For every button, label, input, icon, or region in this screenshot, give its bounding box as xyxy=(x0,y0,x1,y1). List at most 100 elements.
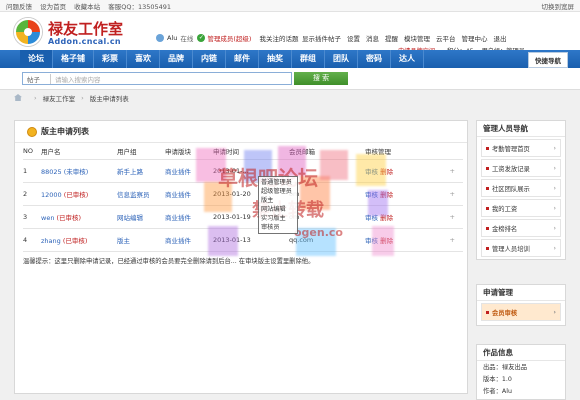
nav-item[interactable]: 密码 xyxy=(358,50,391,68)
logo-icon[interactable] xyxy=(14,18,42,46)
popup-menu-item[interactable]: 实习版主 xyxy=(261,214,295,223)
expand-icon[interactable]: + xyxy=(425,159,463,183)
side-panel-title: 申请管理 xyxy=(477,285,565,301)
role-popup-menu: 普通管理员 超级管理员 版主 网站编辑 实习版主 审核员 xyxy=(258,176,298,234)
logout-link[interactable]: 退出 xyxy=(494,33,507,43)
col-header: 用户组 xyxy=(117,143,165,160)
side-panel-title: 管理人员导航 xyxy=(477,121,565,137)
row-state: (已审核) xyxy=(56,213,82,222)
side-nav-item[interactable]: 工资发放记录 xyxy=(481,159,561,177)
username[interactable]: Alu xyxy=(167,34,177,42)
info-line: 出品：禄友出品 xyxy=(483,364,528,371)
search-input[interactable]: 请输入搜索内容 xyxy=(51,74,291,84)
application-manage-panel: 申请管理 会员审核 xyxy=(476,284,566,326)
breadcrumb-separator: › xyxy=(34,93,37,102)
bookmark-link[interactable]: 收藏本站 xyxy=(74,3,100,11)
panel-title: 版主申请列表 xyxy=(41,127,89,136)
nav-item[interactable]: 邮件 xyxy=(226,50,259,68)
admin-nav-panel: 管理人员导航 考勤管理首页 工资发放记录 社区团队展示 我的工资 金榜排名 管理… xyxy=(476,120,566,260)
breadcrumb-item[interactable]: 禄友工作室 xyxy=(43,93,76,103)
row-no: 3 xyxy=(23,205,41,229)
side-nav-item[interactable]: 管理人员培训 xyxy=(481,239,561,257)
breadcrumb: › 禄友工作室 › 版主申请列表 xyxy=(0,90,580,105)
row-no: 4 xyxy=(23,228,41,252)
service-qq: 客服QQ：13505491 xyxy=(108,2,172,11)
nav-item[interactable]: 品牌 xyxy=(160,50,193,68)
row-group: 版主 xyxy=(117,228,165,252)
row-state: (已审核) xyxy=(62,236,88,245)
nav-item[interactable]: 论坛 xyxy=(20,50,53,68)
side-nav-item[interactable]: 考勤管理首页 xyxy=(481,139,561,157)
nav-item[interactable]: 团队 xyxy=(325,50,358,68)
overlay-blotch xyxy=(368,190,388,216)
header-nav-item[interactable]: 设置 xyxy=(347,33,360,43)
row-group: 新手上路 xyxy=(117,159,165,183)
overlay-blotch xyxy=(208,226,238,256)
username-link[interactable]: 12000 xyxy=(41,191,62,199)
nav-item[interactable]: 内链 xyxy=(193,50,226,68)
header-nav-item[interactable]: 提醒 xyxy=(385,33,398,43)
application-table: NO 用户名 用户组 申请版块 申请时间 会员邮箱 审核管理 1 88025 (… xyxy=(23,143,463,252)
nav-item[interactable]: 喜欢 xyxy=(127,50,160,68)
header-nav: 显示插件帖子 设置 消息 提醒 模块管理 云平台 管理中心 退出 xyxy=(302,33,513,43)
nav-item[interactable]: 达人 xyxy=(391,50,424,68)
nav-item[interactable]: 格子铺 xyxy=(53,50,94,68)
product-info-panel: 作品信息 出品：禄友出品 版本：1.0 作者：Alu xyxy=(476,344,566,400)
followed-topics-link[interactable]: 我关注的话题 xyxy=(259,33,298,43)
panel-header: 版主申请列表 xyxy=(15,121,467,143)
row-state: (未审核) xyxy=(63,167,89,176)
home-icon[interactable] xyxy=(14,94,22,101)
side-nav-item[interactable]: 我的工资 xyxy=(481,199,561,217)
logo-subtitle: Addon.cncal.cn xyxy=(48,37,121,46)
row-forum[interactable]: 商业插件 xyxy=(165,228,213,252)
side-nav-item[interactable]: 金榜排名 xyxy=(481,219,561,237)
row-state: (已审核) xyxy=(63,190,89,199)
member-review-link[interactable]: 会员审核 xyxy=(481,303,561,321)
username-link[interactable]: wen xyxy=(41,214,54,222)
user-icon xyxy=(156,34,164,42)
header-nav-item[interactable]: 显示插件帖子 xyxy=(302,33,341,43)
header-nav-item[interactable]: 消息 xyxy=(366,33,379,43)
watermark-text: ogen.co xyxy=(294,226,343,239)
nav-item[interactable]: 抽奖 xyxy=(259,50,292,68)
search-box: 帖子 请输入搜索内容 xyxy=(22,72,292,85)
popup-menu-item[interactable]: 版主 xyxy=(261,196,295,205)
expand-icon[interactable]: + xyxy=(425,182,463,206)
main-nav: 论坛 格子铺 彩票 喜欢 品牌 内链 邮件 抽奖 群组 团队 密码 达人 快捷导… xyxy=(0,50,580,68)
table-row: 4 zhang (已审核) 版主 商业插件 2013-01-13 qq.com … xyxy=(23,228,463,252)
overlay-blotch xyxy=(356,154,386,186)
expand-icon[interactable]: + xyxy=(425,205,463,229)
popup-menu-item[interactable]: 网站编辑 xyxy=(261,205,295,214)
username-link[interactable]: 88025 xyxy=(41,168,62,176)
header-nav-item[interactable]: 云平台 xyxy=(436,33,456,43)
popup-menu-item[interactable]: 超级管理员 xyxy=(261,187,295,196)
row-user: wen (已审核) xyxy=(41,205,117,229)
user-role[interactable]: 管理成员(超级) xyxy=(207,33,251,43)
breadcrumb-separator: › xyxy=(81,93,84,102)
header-nav-item[interactable]: 管理中心 xyxy=(462,33,488,43)
breadcrumb-item: 版主申请列表 xyxy=(89,94,129,103)
col-header: NO xyxy=(23,143,41,160)
feedback-link[interactable]: 问题反馈 xyxy=(6,3,32,11)
warm-tip: 温馨提示：这里只删除申请记录，已经通过审核的会员要完全删除请到后台... 在审块… xyxy=(23,258,315,265)
popup-menu-item[interactable]: 审核员 xyxy=(261,223,295,232)
logo-title[interactable]: 禄友工作室 xyxy=(48,18,123,39)
header-nav-item[interactable]: 模块管理 xyxy=(404,33,430,43)
quick-nav-dropdown[interactable]: 快捷导航 xyxy=(528,52,568,68)
search-category-select[interactable]: 帖子 xyxy=(23,73,51,84)
toggle-widescreen-link[interactable]: 切换到宽屏 xyxy=(542,1,575,11)
top-utility-bar: 问题反馈 设为首页 收藏本站 客服QQ：13505491 切换到宽屏 xyxy=(0,0,580,12)
username-link[interactable]: zhang xyxy=(41,237,61,245)
side-nav-item[interactable]: 社区团队展示 xyxy=(481,179,561,197)
nav-item[interactable]: 群组 xyxy=(292,50,325,68)
row-user: zhang (已审核) xyxy=(41,228,117,252)
table-header-row: NO 用户名 用户组 申请版块 申请时间 会员邮箱 审核管理 xyxy=(23,143,463,160)
search-button[interactable]: 搜 索 xyxy=(294,72,348,85)
award-icon xyxy=(27,126,37,137)
set-homepage-link[interactable]: 设为首页 xyxy=(40,3,66,11)
info-line: 作者：Alu xyxy=(483,388,512,395)
expand-icon[interactable]: + xyxy=(425,228,463,252)
row-no: 2 xyxy=(23,182,41,206)
nav-item[interactable]: 彩票 xyxy=(94,50,127,68)
popup-menu-item[interactable]: 普通管理员 xyxy=(261,178,295,187)
